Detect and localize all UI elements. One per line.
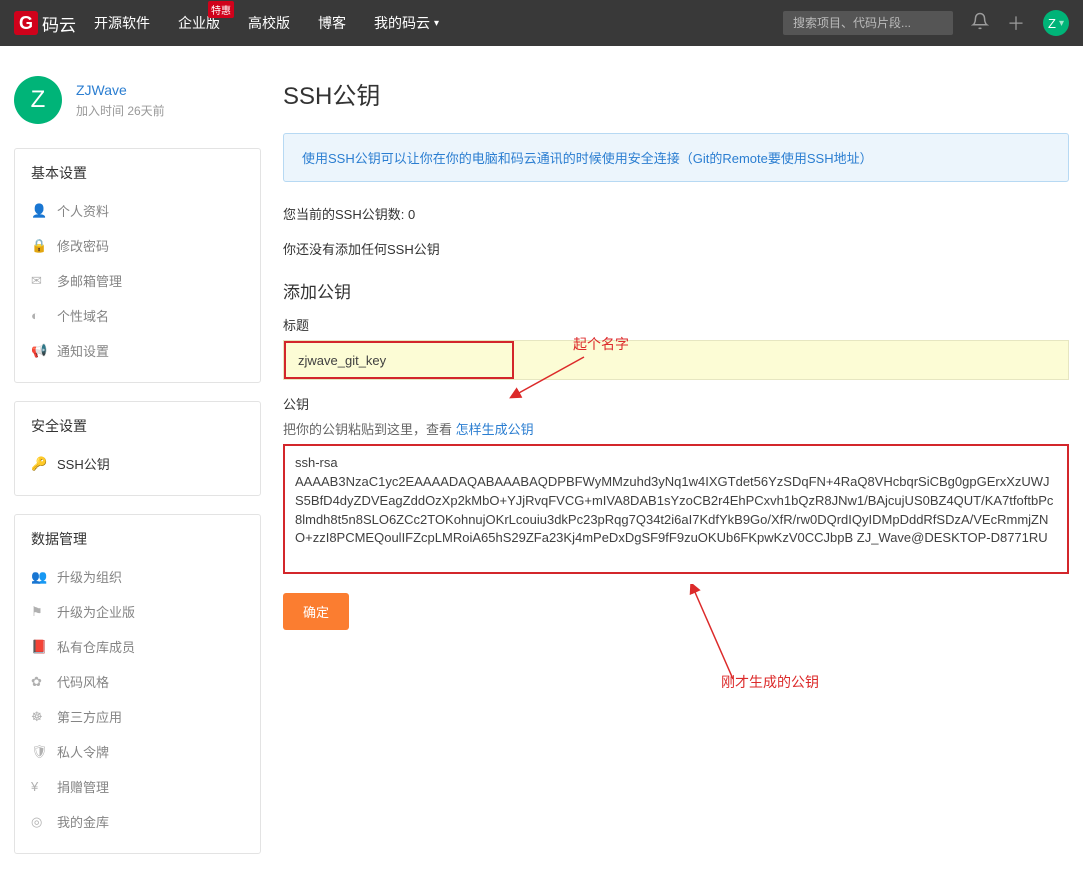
avatar[interactable]: Z ▾	[1043, 10, 1069, 36]
sidebar-item-notify[interactable]: 📢 通知设置	[31, 333, 244, 368]
nav-mine[interactable]: 我的码云 ▾	[374, 13, 439, 33]
nav-campus[interactable]: 高校版	[248, 13, 290, 33]
key-icon: 🔑	[31, 456, 49, 472]
sidebar-item-token[interactable]: 🛡 私人令牌	[31, 734, 244, 769]
sidebar-item-domain[interactable]: ◐ 个性域名	[31, 298, 244, 333]
sidebar-item-label: 修改密码	[57, 236, 109, 255]
plugin-icon: ☸	[31, 709, 49, 725]
vault-icon: ◎	[31, 814, 49, 830]
key-hint-text: 把你的公钥粘贴到这里，查看	[283, 422, 456, 437]
submit-button[interactable]: 确定	[283, 593, 349, 630]
sidebar-item-email[interactable]: ✉ 多邮箱管理	[31, 263, 244, 298]
sidebar-item-label: 个性域名	[57, 306, 109, 325]
sidebar-item-label: 私有仓库成员	[57, 637, 135, 656]
add-key-title: 添加公钥	[283, 278, 1069, 303]
avatar-large: Z	[14, 76, 62, 124]
nav-opensource[interactable]: 开源软件	[94, 13, 150, 33]
sidebar-item-profile[interactable]: 👤 个人资料	[31, 193, 244, 228]
logo-icon: G	[14, 11, 38, 35]
top-nav: G 码云 开源软件 企业版 特惠 高校版 博客 我的码云 ▾ ＋ Z ▾	[0, 0, 1083, 46]
menu-title-security: 安全设置	[31, 416, 244, 436]
sidebar-item-donate[interactable]: ¥ 捐赠管理	[31, 769, 244, 804]
sidebar: Z ZJWave 加入时间 26天前 基本设置 👤 个人资料 🔒 修改密码 ✉ 多邮箱…	[14, 76, 261, 872]
flag-icon: ⚑	[31, 604, 49, 620]
page-title: SSH公钥	[283, 76, 1069, 111]
menu-data: 数据管理 👥 升级为组织 ⚑ 升级为企业版 📕 私有仓库成员 ✿ 代码风格 ☸ 第三方应用…	[14, 514, 261, 854]
sidebar-item-label: 通知设置	[57, 341, 109, 360]
sidebar-item-label: 捐赠管理	[57, 777, 109, 796]
title-label: 标题	[283, 315, 1069, 334]
key-label: 公钥	[283, 394, 1069, 413]
logo[interactable]: G 码云	[14, 11, 76, 36]
arrow-icon	[688, 584, 748, 684]
sidebar-item-label: 我的金库	[57, 812, 109, 831]
annotation-title: 起个名字	[573, 334, 629, 354]
user-name[interactable]: ZJWave	[76, 82, 165, 98]
group-icon: 👥	[31, 569, 49, 585]
sidebar-item-label: 升级为企业版	[57, 602, 135, 621]
sidebar-item-label: SSH公钥	[57, 454, 110, 473]
bell-icon[interactable]	[971, 12, 989, 35]
chevron-down-icon: ▾	[1059, 18, 1064, 29]
nav-enterprise[interactable]: 企业版 特惠	[178, 13, 220, 33]
lock-icon: 🔒	[31, 238, 49, 254]
nav-mine-label: 我的码云	[374, 13, 430, 33]
chevron-down-icon: ▾	[434, 18, 439, 29]
globe-icon: ◐	[31, 308, 49, 323]
shield-icon: 🛡	[31, 744, 49, 760]
plus-icon[interactable]: ＋	[1007, 10, 1025, 36]
sidebar-item-codestyle[interactable]: ✿ 代码风格	[31, 664, 244, 699]
title-input-wrap: zjwave_git_key	[283, 340, 1069, 380]
key-textarea[interactable]	[283, 444, 1069, 574]
menu-title-data: 数据管理	[31, 529, 244, 549]
user-joined: 加入时间 26天前	[76, 102, 165, 119]
sidebar-item-password[interactable]: 🔒 修改密码	[31, 228, 244, 263]
key-hint: 把你的公钥粘贴到这里，查看 怎样生成公钥	[283, 419, 1069, 438]
mail-icon: ✉	[31, 273, 49, 289]
main-content: SSH公钥 使用SSH公钥可以让你在你的电脑和码云通讯的时候使用安全连接（Git…	[283, 76, 1069, 872]
ssh-empty: 你还没有添加任何SSH公钥	[283, 239, 1069, 258]
avatar-letter: Z	[1048, 16, 1056, 31]
sidebar-item-label: 个人资料	[57, 201, 109, 220]
sidebar-item-sshkey[interactable]: 🔑 SSH公钥	[31, 446, 244, 481]
repo-icon: 📕	[31, 639, 49, 655]
user-block: Z ZJWave 加入时间 26天前	[14, 76, 261, 124]
sidebar-item-label: 代码风格	[57, 672, 109, 691]
arrow-icon	[509, 352, 589, 402]
annotation-key: 刚才生成的公钥	[721, 672, 819, 692]
search-input[interactable]	[783, 11, 953, 35]
sidebar-item-label: 第三方应用	[57, 707, 122, 726]
key-hint-link[interactable]: 怎样生成公钥	[456, 422, 534, 437]
menu-basic: 基本设置 👤 个人资料 🔒 修改密码 ✉ 多邮箱管理 ◐ 个性域名 📢 通知设置	[14, 148, 261, 383]
sidebar-item-org[interactable]: 👥 升级为组织	[31, 559, 244, 594]
menu-title-basic: 基本设置	[31, 163, 244, 183]
info-banner: 使用SSH公钥可以让你在你的电脑和码云通讯的时候使用安全连接（Git的Remot…	[283, 133, 1069, 182]
sidebar-item-vault[interactable]: ◎ 我的金库	[31, 804, 244, 839]
user-icon: 👤	[31, 203, 49, 219]
sidebar-item-label: 升级为组织	[57, 567, 122, 586]
badge-hot: 特惠	[208, 1, 234, 18]
logo-text: 码云	[42, 11, 76, 36]
sidebar-item-private[interactable]: 📕 私有仓库成员	[31, 629, 244, 664]
nav-links: 开源软件 企业版 特惠 高校版 博客 我的码云 ▾	[94, 13, 439, 33]
yen-icon: ¥	[31, 779, 49, 794]
sidebar-item-label: 多邮箱管理	[57, 271, 122, 290]
code-icon: ✿	[31, 674, 49, 690]
menu-security: 安全设置 🔑 SSH公钥	[14, 401, 261, 496]
sidebar-item-label: 私人令牌	[57, 742, 109, 761]
sidebar-item-ent[interactable]: ⚑ 升级为企业版	[31, 594, 244, 629]
ssh-count: 您当前的SSH公钥数: 0	[283, 204, 1069, 223]
sidebar-item-thirdparty[interactable]: ☸ 第三方应用	[31, 699, 244, 734]
nav-right: ＋ Z ▾	[783, 10, 1069, 36]
megaphone-icon: 📢	[31, 343, 49, 359]
title-input[interactable]: zjwave_git_key	[284, 341, 514, 379]
nav-blog[interactable]: 博客	[318, 13, 346, 33]
